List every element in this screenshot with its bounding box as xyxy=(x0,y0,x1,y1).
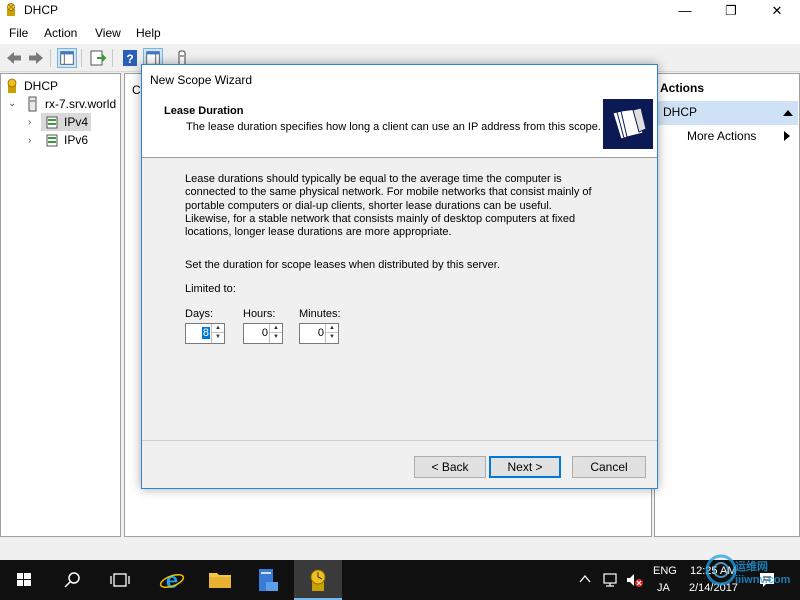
collapse-up-icon[interactable] xyxy=(783,109,793,116)
windows-start-icon[interactable] xyxy=(0,560,48,600)
description-line: locations, longer lease durations are mo… xyxy=(185,226,452,239)
svg-text:e: e xyxy=(166,568,178,593)
toolbar-separator xyxy=(112,49,113,67)
actions-title: Actions xyxy=(660,81,705,95)
spinner-arrows: ▲ ▼ xyxy=(325,324,338,343)
dhcp-taskbar-button[interactable] xyxy=(294,560,342,600)
cancel-button[interactable]: Cancel xyxy=(572,456,646,478)
export-list-icon[interactable] xyxy=(88,48,108,68)
limited-to-label: Limited to: xyxy=(185,283,236,295)
forward-arrow-icon[interactable] xyxy=(26,48,46,68)
volume-muted-icon[interactable] xyxy=(626,572,644,588)
spin-up-icon[interactable]: ▲ xyxy=(326,324,338,333)
watermark-text: 运维网 iiiwnv.com xyxy=(735,561,791,586)
chevron-down-icon[interactable]: ⌄ xyxy=(8,98,16,109)
days-label: Days: xyxy=(185,308,214,320)
menu-help[interactable]: Help xyxy=(136,26,161,40)
center-pane-header: C xyxy=(132,83,141,97)
input-method[interactable]: JA xyxy=(657,582,670,594)
spin-down-icon[interactable]: ▼ xyxy=(326,333,338,342)
spinner-arrows: ▲ ▼ xyxy=(269,324,282,343)
internet-explorer-icon[interactable]: e xyxy=(148,560,196,600)
console-tree-pane xyxy=(0,73,121,537)
ipv6-icon xyxy=(46,134,58,147)
server-tree-icon xyxy=(28,96,37,112)
description-line: Lease durations should typically be equa… xyxy=(185,173,562,185)
actions-section-label: DHCP xyxy=(663,105,698,119)
menu-action[interactable]: Action xyxy=(44,26,77,40)
back-button[interactable]: < Back xyxy=(414,456,486,478)
dhcp-icon xyxy=(7,3,15,16)
spin-down-icon[interactable]: ▼ xyxy=(212,333,224,342)
tree-item-dhcp[interactable]: DHCP xyxy=(24,79,58,93)
tree-item-ipv6[interactable]: IPv6 xyxy=(64,133,88,147)
spin-down-icon[interactable]: ▼ xyxy=(270,333,282,342)
actions-section-dhcp[interactable]: DHCP xyxy=(656,101,798,125)
spinner-arrows: ▲ ▼ xyxy=(211,324,224,343)
task-view-icon[interactable] xyxy=(96,560,144,600)
description-line: Likewise, for a stable network that cons… xyxy=(185,212,576,225)
more-actions-link[interactable]: More Actions xyxy=(687,129,756,143)
dhcp-taskbar-icon xyxy=(310,569,326,591)
days-value[interactable]: 8 xyxy=(201,327,210,339)
menu-file[interactable]: File xyxy=(9,26,28,40)
menu-view[interactable]: View xyxy=(95,26,121,40)
dhcp-root-icon xyxy=(7,78,17,93)
hours-spinner[interactable]: 0 ▲ ▼ xyxy=(243,323,283,344)
new-scope-wizard-dialog: New Scope Wizard Lease Duration The leas… xyxy=(141,64,658,489)
submenu-arrow-icon[interactable] xyxy=(784,131,791,141)
wizard-body: Lease durations should typically be equa… xyxy=(142,159,657,440)
hours-label: Hours: xyxy=(243,308,276,320)
restore-button[interactable]: ❐ xyxy=(708,0,754,22)
watermark-swirl-icon xyxy=(705,554,737,586)
page-subtitle: The lease duration specifies how long a … xyxy=(186,121,601,133)
watermark-logo: 运维网 iiiwnv.com xyxy=(703,552,798,600)
tree-item-server[interactable]: rx-7.srv.world xyxy=(45,97,116,111)
minutes-value[interactable]: 0 xyxy=(318,327,324,339)
toolbar-separator xyxy=(81,49,82,67)
spin-up-icon[interactable]: ▲ xyxy=(212,324,224,333)
minimize-button[interactable]: — xyxy=(662,0,708,22)
title-bar: DHCP — ❐ ✕ xyxy=(0,0,800,22)
tree-item-ipv4[interactable]: IPv4 xyxy=(64,115,88,129)
hours-value[interactable]: 0 xyxy=(262,327,268,339)
minutes-label: Minutes: xyxy=(299,308,341,320)
console-tree-icon[interactable] xyxy=(57,48,77,68)
menu-bar: File Action View Help xyxy=(0,22,800,44)
taskbar: e ENG JA 12:25 AM 2/14/2017 运维网 iiiwnv.c… xyxy=(0,554,800,600)
ipv4-icon xyxy=(46,116,58,129)
page-title: Lease Duration xyxy=(164,105,244,117)
next-button[interactable]: Next > xyxy=(489,456,561,478)
svg-text:?: ? xyxy=(126,52,133,66)
window-title: DHCP xyxy=(24,3,59,17)
minutes-spinner[interactable]: 0 ▲ ▼ xyxy=(299,323,339,344)
network-icon[interactable] xyxy=(603,572,621,588)
back-arrow-icon[interactable] xyxy=(4,48,24,68)
description-line: connected to the same physical network. … xyxy=(185,186,592,199)
wizard-header: Lease Duration The lease duration specif… xyxy=(142,93,657,158)
wizard-title: New Scope Wizard xyxy=(150,73,253,87)
file-explorer-icon[interactable] xyxy=(196,560,244,600)
description-line: portable computers or dial-up clients, s… xyxy=(185,199,552,212)
wizard-footer-divider xyxy=(142,440,657,441)
lease-description: Lease durations should typically be equa… xyxy=(185,173,592,239)
spin-up-icon[interactable]: ▲ xyxy=(270,324,282,333)
server-manager-icon[interactable] xyxy=(244,560,292,600)
close-button[interactable]: ✕ xyxy=(754,0,800,22)
help-icon[interactable]: ? xyxy=(120,48,140,68)
chevron-right-icon[interactable]: › xyxy=(28,135,31,146)
wizard-title-bar: New Scope Wizard xyxy=(142,65,657,93)
days-spinner[interactable]: 8 ▲ ▼ xyxy=(185,323,225,344)
toolbar-separator xyxy=(50,49,51,67)
chevron-right-icon[interactable]: › xyxy=(28,117,31,128)
chevron-up-icon[interactable] xyxy=(579,574,591,584)
wizard-folders-icon xyxy=(603,99,653,149)
search-icon[interactable] xyxy=(48,560,96,600)
set-duration-text: Set the duration for scope leases when d… xyxy=(185,259,500,271)
input-language[interactable]: ENG xyxy=(653,565,677,577)
